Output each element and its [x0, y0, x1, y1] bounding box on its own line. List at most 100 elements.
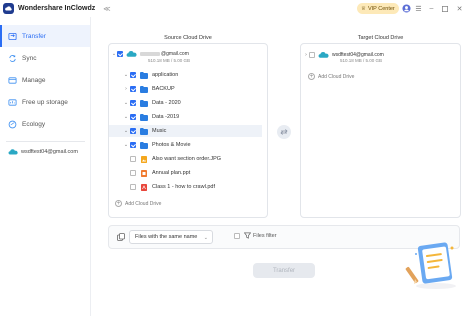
folder-icon — [140, 127, 148, 135]
item-checkbox[interactable] — [130, 156, 136, 162]
manage-icon — [8, 76, 17, 85]
item-name: BACKUP — [152, 86, 175, 92]
source-panel-title: Source Cloud Drive — [164, 35, 212, 41]
storage-icon — [8, 98, 17, 107]
target-account-usage: 510.18 MB / 5.00 GB — [340, 58, 383, 63]
cloud-icon — [126, 51, 137, 57]
ppt-file-icon — [140, 169, 148, 177]
target-panel-title: Target Cloud Drive — [357, 35, 404, 41]
chevron-down-icon[interactable]: ⌄ — [123, 114, 129, 120]
tree-row[interactable]: ⌄ Data -2019 — [109, 111, 262, 123]
item-name: Data - 2020 — [152, 100, 181, 106]
collapse-sidebar-icon[interactable]: ≪ — [103, 5, 110, 13]
sidebar-item-free-up-storage[interactable]: Free up storage — [0, 91, 90, 113]
app-logo-icon — [3, 3, 14, 14]
app-title: Wondershare InClowdz — [18, 5, 96, 12]
item-checkbox[interactable] — [130, 142, 136, 148]
files-filter-checkbox[interactable] — [234, 232, 240, 239]
chevron-down-icon[interactable]: ⌄ — [123, 142, 129, 148]
pdf-file-icon — [140, 183, 148, 191]
vip-center-button[interactable]: ♕ VIP Center — [357, 3, 399, 14]
folder-icon — [140, 85, 148, 93]
copy-icon — [117, 233, 125, 241]
sidebar-item-label: Manage — [22, 76, 46, 84]
maximize-icon[interactable] — [439, 3, 450, 14]
files-filter-label: Files filter — [253, 232, 277, 239]
same-name-select[interactable]: Files with the same name ⌄ — [129, 230, 213, 244]
swap-icon — [280, 129, 288, 135]
sync-icon — [8, 54, 17, 63]
tree-row[interactable]: ⌄ Music — [109, 125, 262, 137]
item-name: Music — [152, 128, 167, 134]
item-checkbox[interactable] — [130, 100, 136, 106]
tree-row[interactable]: ⌄ application — [109, 69, 262, 81]
sidebar-item-manage[interactable]: Manage — [0, 69, 90, 91]
item-name: application — [152, 72, 179, 78]
cloud-icon — [8, 149, 18, 155]
transfer-icon — [8, 32, 17, 41]
crown-icon: ♕ — [361, 5, 366, 12]
minimize-icon[interactable]: – — [426, 3, 437, 14]
item-checkbox[interactable] — [130, 170, 136, 176]
item-checkbox[interactable] — [130, 72, 136, 78]
close-icon[interactable]: ✕ — [454, 3, 465, 14]
sidebar-item-label: Free up storage — [22, 98, 68, 106]
sidebar: Transfer Sync Manage Free up storage Eco… — [0, 17, 91, 316]
sidebar-item-label: Ecology — [22, 120, 46, 128]
sidebar-item-label: Transfer — [22, 32, 46, 40]
same-name-select-value: Files with the same name — [135, 234, 198, 240]
item-checkbox[interactable] — [130, 114, 136, 120]
sidebar-divider — [6, 141, 85, 142]
target-panel — [300, 43, 461, 218]
tree-row[interactable]: ⌄ Data - 2020 — [109, 97, 262, 109]
tree-row[interactable]: ⌄ Photos & Movie — [109, 139, 262, 151]
plus-icon: + — [115, 200, 122, 207]
item-name: Annual plan.ppt — [152, 170, 191, 176]
title-bar: Wondershare InClowdz ≪ ♕ VIP Center ☰ – … — [0, 0, 474, 17]
sidebar-account-email: wsdftest04@gmail.com — [21, 149, 78, 155]
source-account-row[interactable]: ⌄ @gmail.com — [111, 50, 189, 58]
source-account-checkbox[interactable] — [117, 51, 123, 57]
item-name: Photos & Movie — [152, 142, 191, 148]
chevron-down-icon[interactable]: ⌄ — [123, 72, 129, 78]
transfer-button[interactable]: Transfer — [253, 263, 315, 278]
chevron-right-icon[interactable]: › — [123, 86, 129, 92]
vip-center-label: VIP Center — [367, 5, 395, 12]
swap-button[interactable] — [277, 125, 291, 139]
add-cloud-label: Add Cloud Drive — [125, 200, 162, 207]
tree-row[interactable]: Also want section order.JPG — [109, 153, 262, 165]
sidebar-item-transfer[interactable]: Transfer — [0, 25, 90, 47]
sidebar-item-ecology[interactable]: Ecology — [0, 113, 90, 135]
funnel-icon — [244, 232, 251, 239]
avatar[interactable] — [401, 3, 412, 14]
folder-icon — [140, 113, 148, 121]
item-name: Also want section order.JPG — [152, 156, 222, 162]
plus-icon: + — [308, 73, 315, 80]
sidebar-item-sync[interactable]: Sync — [0, 47, 90, 69]
image-file-icon — [140, 155, 148, 163]
source-add-cloud-button[interactable]: + Add Cloud Drive — [115, 200, 161, 207]
source-account-usage: 510.18 MB / 5.00 GB — [148, 58, 191, 63]
files-filter-toggle[interactable]: Files filter — [234, 232, 277, 239]
target-account-checkbox[interactable] — [309, 52, 315, 58]
redacted-email — [140, 52, 160, 56]
menu-icon[interactable]: ☰ — [413, 3, 424, 14]
chevron-down-icon: ⌄ — [203, 235, 208, 241]
chevron-down-icon[interactable]: ⌄ — [123, 100, 129, 106]
sidebar-item-label: Sync — [22, 54, 37, 62]
source-account-email: @gmail.com — [161, 51, 189, 57]
sidebar-account[interactable]: wsdftest04@gmail.com — [8, 148, 78, 156]
item-checkbox[interactable] — [130, 184, 136, 190]
target-add-cloud-button[interactable]: + Add Cloud Drive — [308, 73, 354, 80]
item-checkbox[interactable] — [130, 86, 136, 92]
add-cloud-label: Add Cloud Drive — [318, 73, 355, 80]
chevron-down-icon[interactable]: ⌄ — [123, 128, 129, 134]
cloud-icon — [318, 52, 329, 58]
item-name: Class 1 - how to crawl.pdf — [152, 184, 215, 190]
folder-icon — [140, 71, 148, 79]
tree-row[interactable]: Class 1 - how to crawl.pdf — [109, 181, 262, 193]
item-checkbox[interactable] — [130, 128, 136, 134]
folder-icon — [140, 141, 148, 149]
tree-row[interactable]: › BACKUP — [109, 83, 262, 95]
tree-row[interactable]: Annual plan.ppt — [109, 167, 262, 179]
